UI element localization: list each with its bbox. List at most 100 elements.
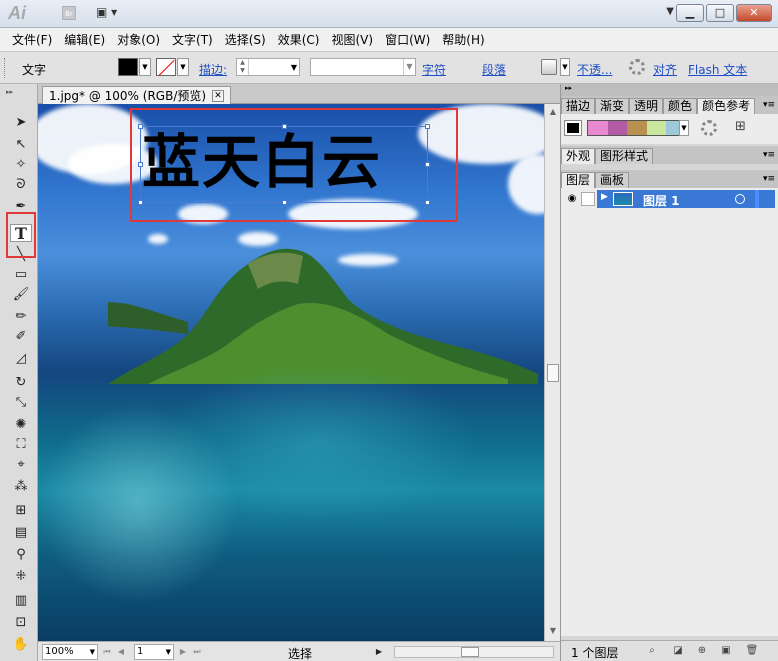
opacity-link[interactable]: 不透... bbox=[577, 61, 612, 78]
free-transform-tool-icon[interactable]: ⛶ bbox=[10, 436, 32, 454]
chevron-down-icon[interactable]: ▼ bbox=[679, 120, 689, 136]
harmony-swatch[interactable] bbox=[646, 121, 667, 135]
align-link[interactable]: 对齐 bbox=[653, 61, 677, 78]
expand-arrow-icon[interactable]: ▶ bbox=[601, 192, 608, 202]
gear-icon[interactable] bbox=[701, 120, 717, 136]
eyedropper-tool-icon[interactable]: ⚲ bbox=[10, 546, 32, 564]
paintbrush-tool-icon[interactable]: 🖌 bbox=[10, 286, 32, 304]
brush-definition-select[interactable]: ▼ bbox=[310, 58, 416, 76]
stroke-spinner-icon[interactable]: ▲ ▼ bbox=[237, 59, 249, 75]
panel-dock-grip[interactable]: ▸▸ bbox=[561, 84, 778, 96]
panel-menu-icon[interactable]: ▾≡ bbox=[763, 174, 775, 184]
gradient-tool-icon[interactable]: ▤ bbox=[10, 524, 32, 542]
blend-tool-icon[interactable]: ⁜ bbox=[10, 568, 32, 586]
scroll-thumb[interactable] bbox=[547, 364, 559, 382]
column-graph-tool-icon[interactable]: ▥ bbox=[10, 592, 32, 610]
artboard-canvas[interactable]: 蓝天白云 bbox=[38, 104, 544, 641]
paragraph-link[interactable]: 段落 bbox=[482, 61, 506, 78]
stroke-dropdown-icon[interactable]: ▼ bbox=[177, 58, 189, 76]
stroke-swatch[interactable] bbox=[156, 58, 176, 76]
control-bar-grip[interactable] bbox=[4, 58, 8, 78]
new-layer-icon[interactable]: ▣ bbox=[719, 644, 733, 658]
lock-toggle[interactable] bbox=[581, 192, 595, 206]
menu-object[interactable]: 对象(O) bbox=[111, 31, 166, 48]
symbol-sprayer-tool-icon[interactable]: ⁂ bbox=[10, 478, 32, 496]
new-sublayer-icon[interactable]: ⊕ bbox=[695, 644, 709, 658]
chevron-down-icon[interactable]: ▼ bbox=[90, 645, 95, 659]
direct-selection-tool-icon[interactable]: ↖ bbox=[10, 136, 32, 154]
menu-help[interactable]: 帮助(H) bbox=[436, 31, 490, 48]
mesh-tool-icon[interactable]: ⊞ bbox=[10, 502, 32, 520]
chevron-down-icon[interactable]: ▼ bbox=[291, 63, 297, 72]
stroke-link[interactable]: 描边: bbox=[199, 61, 227, 78]
scroll-thumb[interactable] bbox=[461, 647, 479, 657]
delete-layer-icon[interactable]: 🗑 bbox=[745, 644, 759, 658]
artboard-tool-icon[interactable]: ⊡ bbox=[10, 614, 32, 632]
tab-appearance[interactable]: 外观 bbox=[561, 148, 596, 164]
warp-tool-icon[interactable]: ✺ bbox=[10, 416, 32, 434]
tab-artboards[interactable]: 画板 bbox=[595, 172, 630, 188]
flash-text-link[interactable]: Flash 文本 bbox=[688, 61, 747, 78]
harmony-swatch[interactable] bbox=[607, 121, 628, 135]
harmony-swatch[interactable] bbox=[627, 121, 647, 135]
eraser-tool-icon[interactable]: ◿ bbox=[10, 350, 32, 368]
locate-object-icon[interactable]: ⌕ bbox=[645, 644, 659, 658]
close-icon[interactable]: ✕ bbox=[212, 89, 225, 102]
menu-window[interactable]: 窗口(W) bbox=[379, 31, 436, 48]
selection-tool-icon[interactable]: ➤ bbox=[10, 114, 32, 132]
chevron-down-icon[interactable]: ▼ bbox=[166, 645, 171, 659]
make-clipping-mask-icon[interactable]: ◪ bbox=[671, 644, 685, 658]
menu-file[interactable]: 文件(F) bbox=[6, 31, 58, 48]
tab-layers[interactable]: 图层 bbox=[561, 172, 596, 188]
lasso-tool-icon[interactable]: ᘐ bbox=[10, 176, 32, 194]
fill-swatch[interactable] bbox=[118, 58, 138, 76]
tab-color-guide[interactable]: 颜色参考 bbox=[697, 98, 756, 114]
minimize-button[interactable]: ▁ bbox=[676, 4, 704, 22]
artboard-number-select[interactable]: 1 ▼ bbox=[134, 644, 174, 660]
last-artboard-icon[interactable]: ⏭ bbox=[192, 645, 202, 658]
tab-color[interactable]: 颜色 bbox=[663, 98, 698, 114]
shape-builder-tool-icon[interactable]: ⌖ bbox=[10, 456, 32, 474]
stroke-weight-input[interactable]: ▲ ▼ ▼ bbox=[236, 58, 300, 76]
panel-menu-icon[interactable]: ▾≡ bbox=[763, 100, 775, 110]
gear-icon[interactable] bbox=[629, 59, 645, 75]
status-tool-label[interactable]: 选择 bbox=[288, 645, 312, 661]
rotate-tool-icon[interactable]: ↻ bbox=[10, 374, 32, 392]
first-artboard-icon[interactable]: ⏮ bbox=[102, 645, 112, 658]
panel-menu-icon[interactable]: ▾≡ bbox=[763, 150, 775, 160]
workspace-switcher[interactable]: ▼ bbox=[666, 6, 674, 17]
pencil-tool-icon[interactable]: ✏ bbox=[10, 308, 32, 326]
base-color-swatch[interactable] bbox=[564, 120, 582, 136]
scale-tool-icon[interactable]: ⤡ bbox=[10, 394, 32, 412]
tab-graphic-styles[interactable]: 图形样式 bbox=[595, 148, 654, 164]
recolor-artwork-icon[interactable] bbox=[541, 59, 557, 75]
visibility-eye-icon[interactable]: ◉ bbox=[565, 193, 579, 205]
character-link[interactable]: 字符 bbox=[422, 61, 446, 78]
menu-edit[interactable]: 编辑(E) bbox=[58, 31, 111, 48]
save-color-group-icon[interactable]: ⊞ bbox=[735, 119, 746, 134]
magic-wand-tool-icon[interactable]: ✧ bbox=[10, 156, 32, 174]
horizontal-scrollbar[interactable] bbox=[394, 646, 554, 658]
blob-brush-tool-icon[interactable]: ✐ bbox=[10, 328, 32, 346]
close-button[interactable]: ✕ bbox=[736, 4, 772, 22]
vertical-scrollbar[interactable]: ▲ ▼ bbox=[544, 104, 560, 641]
prev-artboard-icon[interactable]: ◀ bbox=[116, 645, 126, 658]
harmony-rules-strip[interactable] bbox=[587, 120, 687, 136]
toolbox-grip[interactable]: ▸▸ bbox=[6, 88, 13, 96]
document-tab[interactable]: 1.jpg* @ 100% (RGB/预览) ✕ bbox=[42, 86, 232, 104]
zoom-select[interactable]: 100% ▼ bbox=[42, 644, 98, 660]
layer-target-icon[interactable] bbox=[735, 194, 745, 204]
tab-transparency[interactable]: 透明 bbox=[629, 98, 664, 114]
next-artboard-icon[interactable]: ▶ bbox=[178, 645, 188, 658]
scroll-up-icon[interactable]: ▲ bbox=[547, 106, 559, 118]
menu-type[interactable]: 文字(T) bbox=[166, 31, 219, 48]
layer-name[interactable]: 图层 1 bbox=[643, 192, 680, 209]
bridge-button[interactable]: Br bbox=[62, 6, 76, 20]
harmony-swatch[interactable] bbox=[588, 121, 608, 135]
status-menu-icon[interactable]: ▶ bbox=[374, 645, 384, 658]
rectangle-tool-icon[interactable]: ▭ bbox=[10, 266, 32, 284]
opacity-dropdown-icon[interactable]: ▼ bbox=[560, 58, 570, 76]
chevron-down-icon[interactable]: ▼ bbox=[403, 59, 415, 75]
tab-gradient[interactable]: 渐变 bbox=[595, 98, 630, 114]
restore-button[interactable]: □ bbox=[706, 4, 734, 22]
